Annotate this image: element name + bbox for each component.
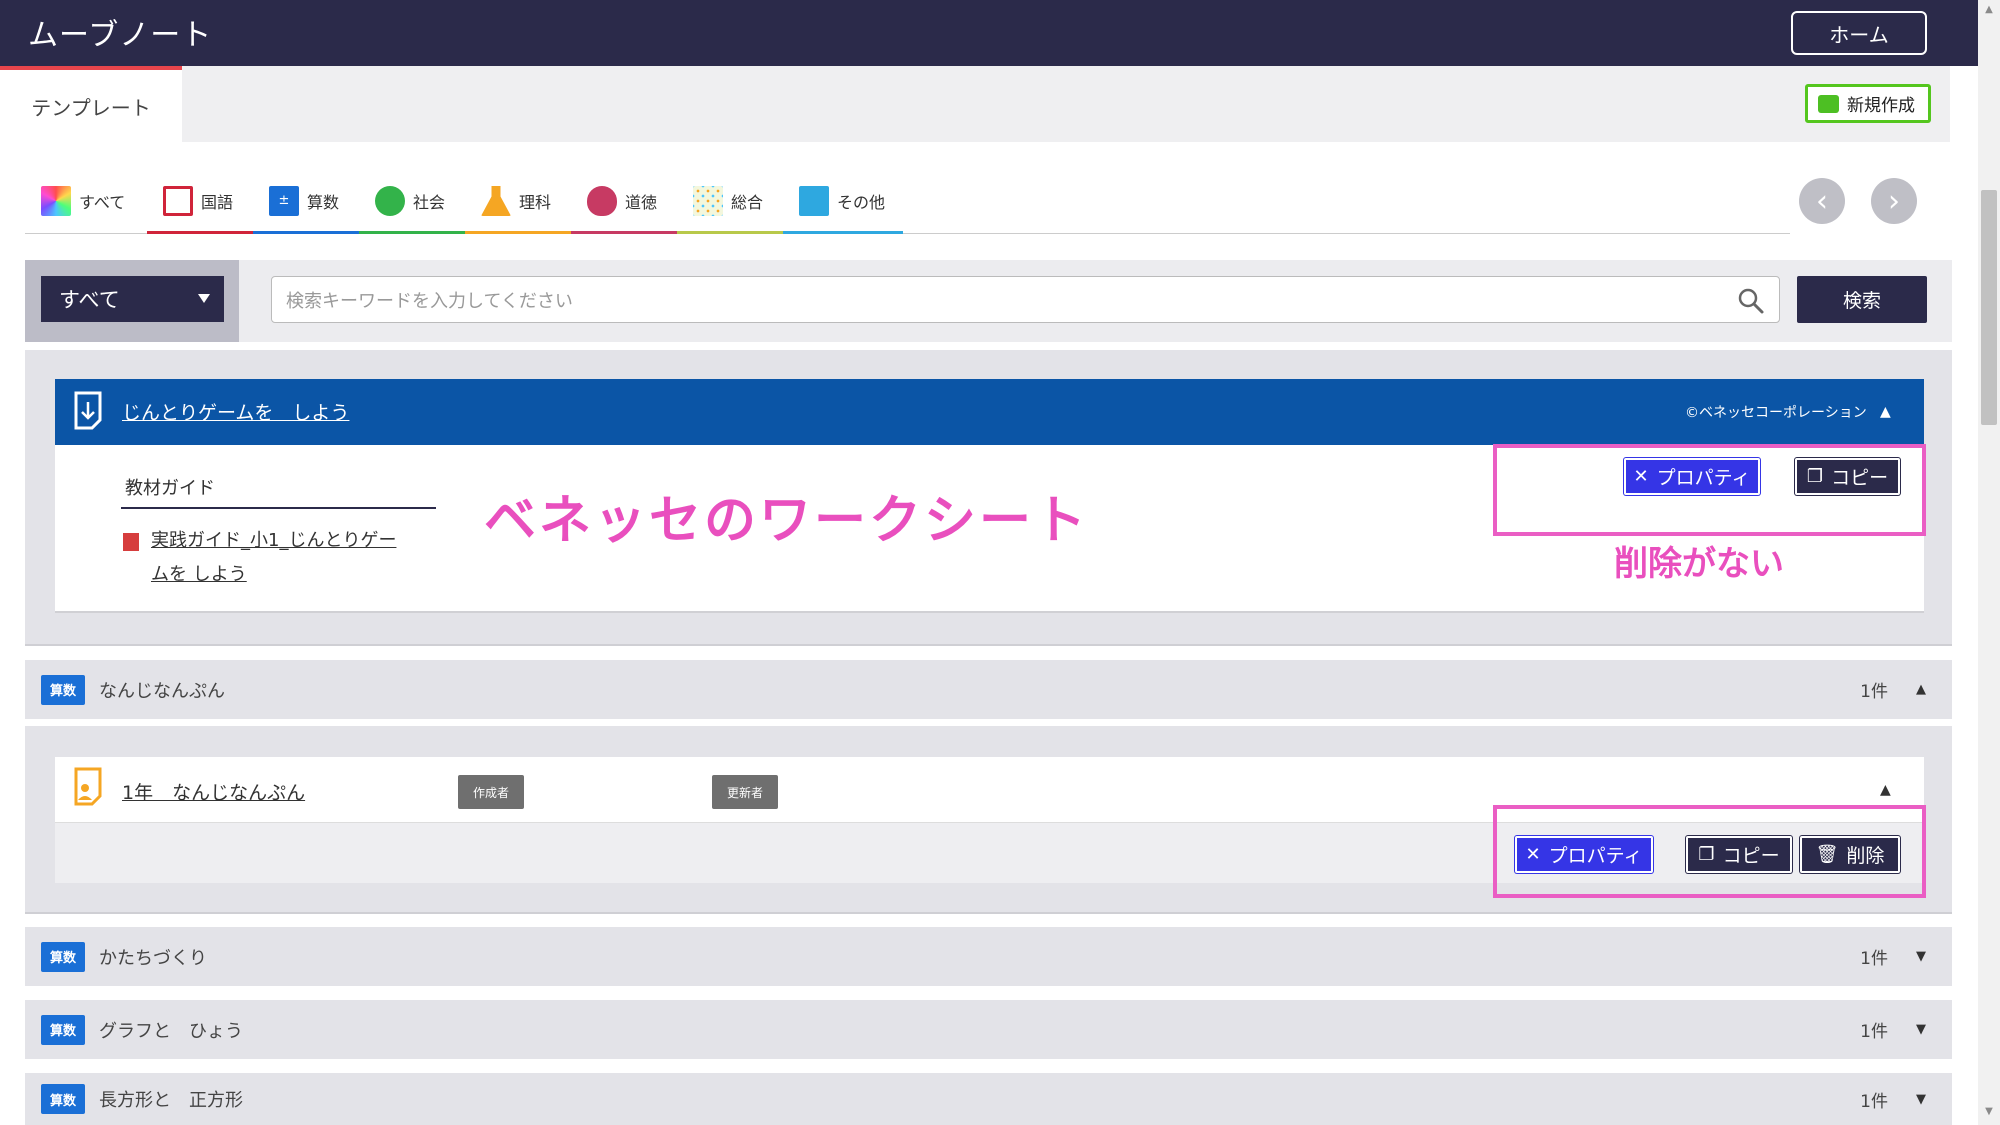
property-label: プロパティ	[1656, 467, 1751, 489]
category-tab-doutoku[interactable]: 道徳	[571, 168, 677, 234]
category-label: 総合	[731, 193, 764, 212]
pdf-icon	[123, 533, 139, 551]
group-row-nanji[interactable]: 算数 なんじなんぷん 1件 ▲	[25, 660, 1952, 719]
creator-tag: 作成者	[458, 775, 524, 809]
group-row-graph[interactable]: 算数 グラフと ひょう 1件 ▼	[25, 1000, 1952, 1059]
new-create-button[interactable]: 新規作成	[1805, 84, 1931, 123]
subject-badge: 算数	[41, 1084, 85, 1114]
collapse-up-icon[interactable]: ▲	[1880, 782, 1891, 798]
card1-copyright: ©ベネッセコーポレーション	[1685, 405, 1867, 421]
home-button[interactable]: ホーム	[1791, 11, 1927, 55]
property-button[interactable]: ✕ プロパティ	[1624, 458, 1760, 495]
category-label: すべて	[79, 193, 126, 212]
category-tab-sansu[interactable]: ± 算数	[253, 168, 359, 234]
note-icon	[799, 186, 829, 216]
annotation-title: ベネッセのワークシート	[484, 491, 1090, 551]
guide-divider	[121, 507, 436, 509]
app-title: ムーブノート	[28, 18, 213, 53]
updater-tag: 更新者	[712, 775, 778, 809]
tools-icon: ✕	[1633, 466, 1649, 487]
copy-icon: ❐	[1806, 466, 1824, 487]
new-create-label: 新規作成	[1847, 96, 1915, 116]
flask-icon	[481, 186, 511, 216]
card2-title-link[interactable]: 1年 なんじなんぷん	[122, 778, 305, 805]
category-label: その他	[837, 193, 886, 212]
worksheet-icon	[74, 391, 102, 430]
delete-button[interactable]: 🗑 削除	[1800, 836, 1900, 873]
group-name: 長方形と 正方形	[99, 1090, 243, 1111]
copy-button[interactable]: ❐ コピー	[1686, 836, 1792, 873]
user-worksheet-icon	[74, 767, 102, 806]
guide-link[interactable]: 実践ガイド_小1_じんとりゲー	[151, 526, 396, 552]
category-label: 国語	[201, 193, 234, 212]
sansu-icon: ±	[269, 186, 299, 216]
group-name: グラフと ひょう	[99, 1020, 243, 1042]
filter-value: すべて	[59, 288, 120, 312]
scroll-down-icon[interactable]: ▼	[1981, 1106, 1997, 1118]
caret-down-icon	[198, 294, 210, 303]
new-note-icon	[1818, 94, 1839, 113]
group-name: かたちづくり	[99, 947, 207, 969]
group-count: 1件	[1860, 682, 1888, 702]
category-label: 道徳	[625, 193, 658, 212]
next-arrow-icon[interactable]: ›	[1871, 178, 1917, 224]
delete-label: 削除	[1846, 845, 1885, 867]
category-tab-rika[interactable]: 理科	[465, 168, 571, 234]
search-button[interactable]: 検索	[1797, 276, 1927, 323]
category-label: 算数	[307, 193, 340, 212]
collapse-up-icon[interactable]: ▲	[1916, 682, 1926, 697]
heart-icon	[587, 186, 617, 216]
category-tabs: すべて 国語 ± 算数 社会 理科 道徳 総合 その他	[25, 168, 1790, 234]
scrollbar[interactable]	[1978, 0, 2000, 1125]
search-input[interactable]: 検索キーワードを入力してください	[271, 276, 1780, 323]
expand-down-icon[interactable]: ▼	[1916, 1022, 1926, 1037]
subject-badge: 算数	[41, 1014, 85, 1045]
search-icon[interactable]	[1737, 287, 1765, 315]
group-row-rectangle[interactable]: 算数 長方形と 正方形 1件 ▼	[25, 1073, 1952, 1125]
dots-icon	[693, 186, 723, 216]
copy-button[interactable]: ❐ コピー	[1795, 458, 1900, 495]
collapse-up-icon[interactable]: ▲	[1880, 404, 1891, 420]
scrollbar-thumb[interactable]	[1981, 190, 1997, 425]
annotation-note: 削除がない	[1614, 544, 1784, 584]
group-count: 1件	[1860, 1091, 1888, 1112]
category-tab-shakai[interactable]: 社会	[359, 168, 465, 234]
group-name: なんじなんぷん	[99, 680, 225, 702]
tab-bar	[0, 66, 1950, 142]
copy-label: コピー	[1722, 845, 1780, 867]
group-row-katachi[interactable]: 算数 かたちづくり 1件 ▼	[25, 927, 1952, 986]
category-tab-kokugo[interactable]: 国語	[147, 168, 253, 234]
scroll-up-icon[interactable]: ▲	[1981, 4, 1997, 16]
globe-icon	[375, 186, 405, 216]
copy-label: コピー	[1831, 467, 1889, 489]
category-label: 社会	[413, 193, 446, 212]
group-count: 1件	[1860, 1022, 1888, 1042]
guide-label: 教材ガイド	[125, 478, 215, 499]
category-label: 理科	[519, 193, 552, 212]
group-count: 1件	[1860, 949, 1888, 969]
kokugo-icon	[163, 186, 193, 216]
category-tab-sonota[interactable]: その他	[783, 168, 903, 234]
prev-arrow-icon[interactable]: ‹	[1799, 178, 1845, 224]
copy-icon: ❐	[1698, 844, 1715, 865]
subject-badge: 算数	[41, 674, 85, 705]
card1-title-link[interactable]: じんとりゲームを しよう	[122, 398, 349, 425]
subject-badge: 算数	[41, 941, 85, 972]
filter-select[interactable]: すべて	[41, 276, 224, 322]
expand-down-icon[interactable]: ▼	[1916, 949, 1926, 964]
rainbow-icon	[41, 186, 71, 216]
trash-icon: 🗑	[1815, 844, 1839, 865]
expand-down-icon[interactable]: ▼	[1916, 1092, 1926, 1107]
tab-template[interactable]: テンプレート	[0, 66, 182, 142]
category-tab-sougou[interactable]: 総合	[677, 168, 783, 234]
property-label: プロパティ	[1548, 845, 1643, 867]
app-header	[0, 0, 1978, 66]
tools-icon: ✕	[1525, 844, 1541, 865]
property-button[interactable]: ✕ プロパティ	[1515, 836, 1653, 873]
category-tab-all[interactable]: すべて	[25, 168, 131, 234]
guide-link-continued[interactable]: ムを しよう	[151, 560, 247, 586]
